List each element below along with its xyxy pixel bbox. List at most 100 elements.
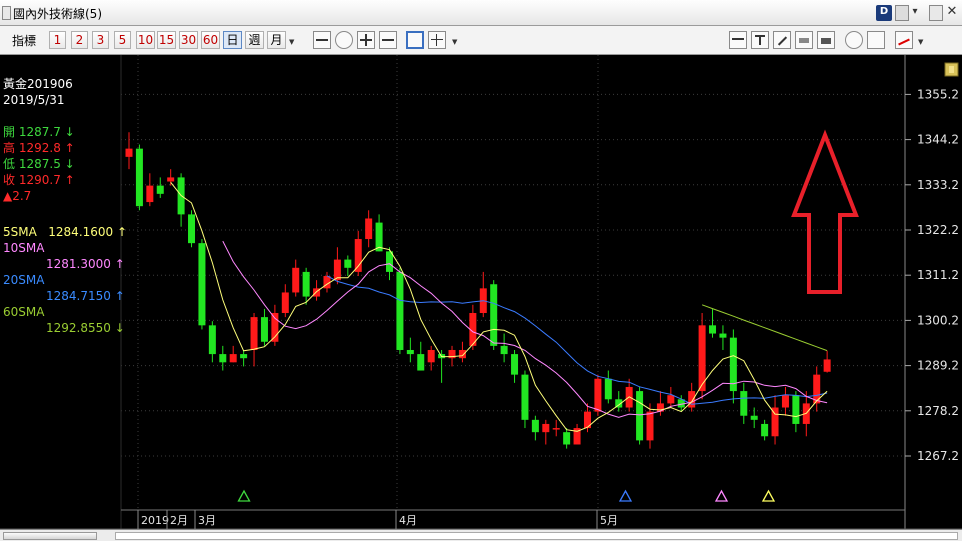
eraser-icon[interactable]: [795, 31, 813, 49]
y-tick-label: 1278.2: [917, 404, 959, 418]
close-icon[interactable]: ✕: [945, 5, 959, 21]
up-arrow-icon: ↑: [117, 225, 128, 239]
candle-body: [396, 271, 404, 350]
layout-dropdown-icon[interactable]: ▼: [452, 38, 460, 48]
lock-icon[interactable]: [944, 62, 959, 77]
sma10-value-row: 1281.3000 ↑: [46, 257, 125, 271]
sma60-value-row: 1292.8550 ↓: [46, 321, 125, 335]
candle-body: [333, 259, 341, 281]
chart-dropdown-icon[interactable]: ▼: [918, 38, 926, 48]
indicator-label[interactable]: 指標: [12, 32, 36, 49]
export-icon[interactable]: [867, 31, 885, 49]
horizontal-line-icon[interactable]: [379, 31, 397, 49]
refresh-icon[interactable]: [335, 31, 353, 49]
draw-line-icon[interactable]: [729, 31, 747, 49]
candle-body: [354, 239, 362, 272]
period-button-3[interactable]: 3: [92, 31, 109, 49]
signal-marker-blue: [618, 489, 633, 502]
period-button-60[interactable]: 60: [201, 31, 220, 49]
candle-body: [490, 284, 498, 346]
period-button-2[interactable]: 2: [71, 31, 88, 49]
history-icon[interactable]: [845, 31, 863, 49]
candle-body: [646, 411, 654, 441]
up-arrow-annotation: [791, 129, 859, 294]
symbol-name: 黃金201906: [3, 77, 73, 91]
chart-grid: [121, 55, 905, 510]
scroll-track[interactable]: [115, 532, 958, 540]
sma5-line: [170, 181, 828, 432]
window-title: 國內外技術線(5): [13, 7, 102, 21]
candle-body: [792, 395, 800, 424]
period-button-30[interactable]: 30: [179, 31, 198, 49]
period-button-5[interactable]: 5: [114, 31, 131, 49]
sma20-label: 20SMA: [3, 273, 45, 287]
candle-body: [135, 148, 143, 207]
up-arrow-icon: ↑: [64, 141, 75, 155]
candle-body: [781, 395, 789, 408]
candle-body: [188, 214, 196, 244]
change-row: ▲2.7: [3, 189, 32, 203]
candle-body: [719, 333, 727, 338]
candle-body: [229, 354, 237, 363]
candle-body: [219, 354, 227, 363]
candle-body: [146, 185, 154, 203]
x-tick-label: 2月: [170, 514, 188, 527]
candle-body: [750, 415, 758, 420]
restore-icon[interactable]: [895, 5, 909, 21]
d-icon[interactable]: D: [876, 5, 892, 21]
candle-body: [542, 423, 550, 433]
down-arrow-icon: ↓: [64, 125, 75, 139]
price-chart[interactable]: 1267.2 1278.2 1289.2 1300.2 1311.2 1322.2 1333…: [0, 55, 962, 529]
candle-body: [427, 349, 435, 363]
period-button-week[interactable]: 週: [245, 31, 264, 49]
print-icon[interactable]: [817, 31, 835, 49]
y-tick-label: 1267.2: [917, 449, 959, 463]
candle-body: [688, 391, 696, 408]
period-button-1[interactable]: 1: [49, 31, 66, 49]
candle-body: [208, 325, 216, 355]
low-row: 低 1287.5 ↓: [3, 157, 75, 171]
pen-icon[interactable]: [773, 31, 791, 49]
up-arrow-icon: ↑: [114, 289, 125, 303]
up-arrow-icon: ↑: [64, 173, 75, 187]
indicator-chart-icon[interactable]: [895, 31, 913, 49]
candle-body: [594, 378, 602, 412]
zoom-fit-icon[interactable]: [313, 31, 331, 49]
chevron-down-icon[interactable]: ▾: [910, 5, 920, 21]
candles: [125, 132, 831, 449]
single-frame-icon[interactable]: [406, 31, 424, 49]
signal-marker-green: [237, 489, 251, 502]
scroll-thumb[interactable]: [3, 532, 97, 540]
candle-body: [292, 267, 300, 293]
candle-body: [365, 218, 373, 240]
y-tick-label: 1355.2: [917, 87, 959, 101]
candle-body: [771, 407, 779, 437]
period-button-month[interactable]: 月: [267, 31, 286, 49]
moving-averages: [170, 181, 828, 432]
candle-body: [511, 354, 519, 375]
up-arrow-icon: ↑: [114, 257, 125, 271]
sma10-label: 10SMA: [3, 241, 45, 255]
signal-markers: [237, 489, 776, 502]
y-tick-label: 1322.2: [917, 223, 959, 237]
grid-layout-icon[interactable]: [428, 31, 446, 49]
text-tool-icon[interactable]: [751, 31, 769, 49]
crosshair-icon[interactable]: [357, 31, 375, 49]
maximize-icon[interactable]: [929, 5, 943, 21]
x-tick-label: 4月: [399, 514, 417, 527]
candle-body: [406, 349, 414, 355]
y-axis: 1267.2 1278.2 1289.2 1300.2 1311.2 1322.2 1333…: [905, 87, 959, 463]
period-dropdown-icon[interactable]: ▼: [289, 38, 297, 48]
period-button-10[interactable]: 10: [136, 31, 155, 49]
y-tick-label: 1289.2: [917, 359, 959, 373]
candle-body: [156, 185, 164, 194]
period-button-day[interactable]: 日: [223, 31, 242, 49]
y-tick-label: 1344.2: [917, 133, 959, 147]
sma60-label: 60SMA: [3, 305, 45, 319]
candle-body: [344, 259, 352, 268]
candle-body: [531, 419, 539, 433]
period-button-15[interactable]: 15: [157, 31, 176, 49]
sma60-line: [701, 304, 828, 352]
candle-body: [458, 349, 466, 359]
signal-marker-yellow: [761, 489, 776, 502]
